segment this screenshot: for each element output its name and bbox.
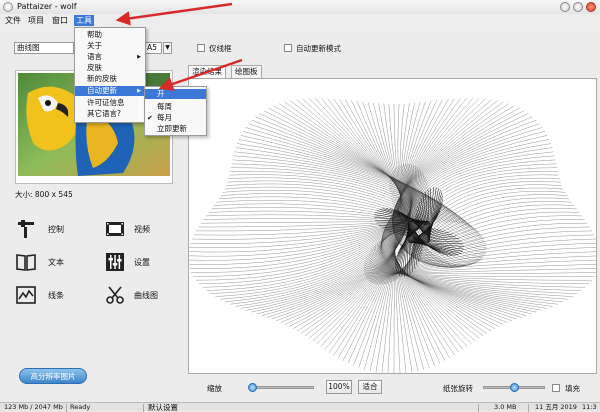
maximize-button[interactable]	[573, 2, 583, 12]
paper-size-select[interactable]: A5	[144, 42, 162, 54]
text-label[interactable]: 文本	[48, 257, 64, 268]
type-select[interactable]: 曲线图	[14, 42, 74, 54]
title-bar: Pattaizer - wolf	[0, 0, 600, 14]
app-icon	[3, 2, 13, 12]
only-lines-label: 仅线框	[209, 44, 232, 53]
menu-item-update-monthly-label: 每月	[157, 113, 172, 122]
menu-tools[interactable]: 工具	[74, 15, 94, 26]
menu-bar: 文件 项目 窗口 工具	[0, 14, 600, 27]
curves-icon[interactable]	[105, 285, 125, 305]
tab-render-result[interactable]: 渲染结果	[188, 65, 226, 78]
menu-item-language[interactable]: 语言 ▶	[75, 52, 145, 62]
auto-update-submenu: 开 每周 ✔ 每月 立即更新	[144, 86, 207, 136]
rotation-slider-thumb[interactable]	[510, 383, 519, 392]
menu-file[interactable]: 文件	[3, 15, 23, 26]
auto-update-mode-label: 自动更新模式	[296, 44, 341, 53]
menu-item-skin[interactable]: 皮肤	[75, 63, 145, 73]
menu-item-license[interactable]: 许可证信息	[75, 98, 145, 108]
control-icon[interactable]	[16, 219, 36, 239]
settings-label[interactable]: 设置	[134, 257, 150, 268]
text-icon[interactable]	[16, 252, 36, 272]
tools-dropdown-menu: 帮助 关于 语言 ▶ 皮肤 新的皮肤 自动更新 ▶ 许可证信息 其它语言?	[74, 27, 146, 123]
menu-window[interactable]: 窗口	[50, 15, 70, 26]
menu-item-new-skin[interactable]: 新的皮肤	[75, 74, 145, 84]
status-bar: 123 Mb / 2047 Mb Ready 默认设置 3.0 MB 11 五月…	[0, 402, 600, 412]
menu-item-auto-update-label: 自动更新	[87, 86, 117, 95]
menu-item-auto-update[interactable]: 自动更新 ▶	[75, 86, 145, 96]
control-label[interactable]: 控制	[48, 224, 64, 235]
zoom-slider-track[interactable]	[249, 386, 314, 389]
video-label[interactable]: 视频	[134, 224, 150, 235]
menu-item-update-monthly[interactable]: ✔ 每月	[145, 113, 206, 123]
zoom-label: 缩放	[207, 384, 222, 393]
only-lines-checkbox[interactable]	[197, 44, 205, 52]
minimize-button[interactable]	[560, 2, 570, 12]
close-button[interactable]	[586, 2, 596, 12]
tab-drawing-board[interactable]: 绘图板	[231, 65, 262, 78]
menu-item-other-languages[interactable]: 其它语言?	[75, 109, 145, 119]
submenu-arrow-icon: ▶	[137, 54, 141, 60]
lines-icon[interactable]	[16, 285, 36, 305]
render-canvas[interactable]	[188, 78, 597, 374]
pattern-lines	[189, 97, 596, 373]
hires-image-button[interactable]: 高分辨率图片	[19, 368, 87, 384]
auto-update-mode-checkbox[interactable]	[284, 44, 292, 52]
image-size-label: 大小: 800 x 545	[15, 190, 73, 199]
submenu-arrow-icon: ▶	[137, 88, 141, 94]
zoom-slider-thumb[interactable]	[248, 383, 258, 392]
window-title: Pattaizer - wolf	[17, 2, 77, 11]
settings-icon[interactable]	[105, 252, 125, 272]
curves-label[interactable]: 曲线图	[134, 290, 158, 301]
fill-label: 填充	[565, 384, 580, 393]
video-icon[interactable]	[105, 219, 125, 239]
menu-item-update-now[interactable]: 立即更新	[145, 124, 206, 134]
paper-size-dropdown-icon[interactable]: ▼	[163, 42, 172, 54]
menu-item-update-weekly[interactable]: 每周	[145, 102, 206, 112]
menu-item-update-on[interactable]: 开	[145, 89, 206, 99]
lines-label[interactable]: 线条	[48, 290, 64, 301]
string-art-pattern	[189, 97, 596, 373]
zoom-fit-button[interactable]: 适合	[358, 380, 382, 394]
checkmark-icon: ✔	[147, 114, 153, 122]
menu-item-about[interactable]: 关于	[75, 41, 145, 51]
menu-item-language-label: 语言	[87, 52, 102, 61]
menu-item-help[interactable]: 帮助	[75, 30, 145, 40]
menu-project[interactable]: 项目	[26, 15, 46, 26]
fill-checkbox[interactable]	[552, 384, 560, 392]
rotation-label: 纸张旋转	[443, 384, 473, 393]
zoom-100-button[interactable]: 100%	[326, 380, 352, 394]
